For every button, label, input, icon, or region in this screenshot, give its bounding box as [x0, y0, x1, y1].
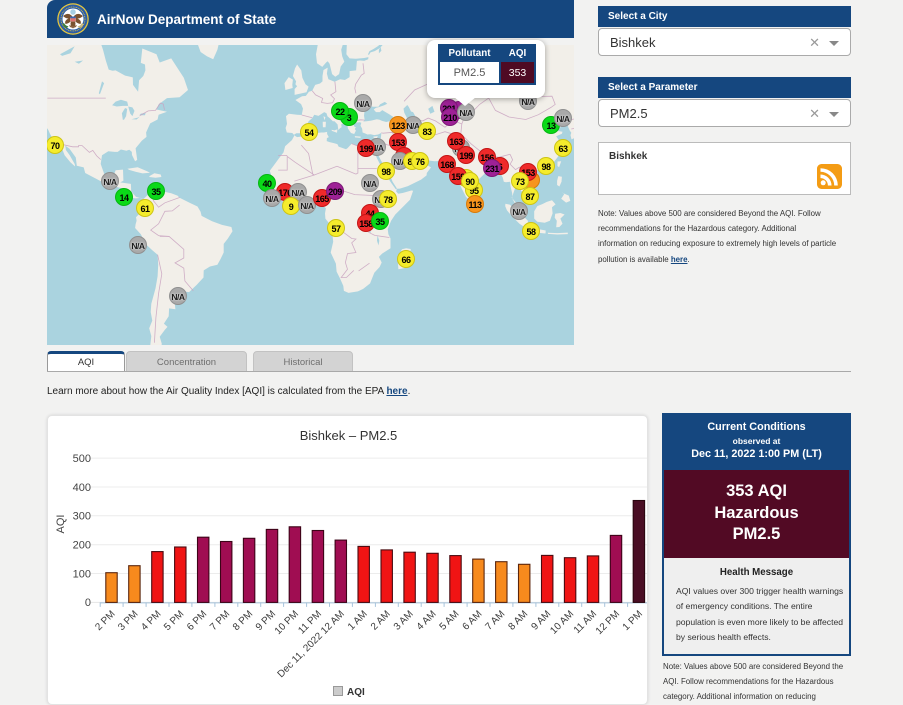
svg-text:3 PM: 3 PM	[116, 609, 140, 633]
svg-text:6 PM: 6 PM	[185, 609, 209, 633]
svg-text:7 AM: 7 AM	[484, 609, 508, 633]
svg-text:6 AM: 6 AM	[461, 609, 485, 633]
svg-text:8 PM: 8 PM	[231, 609, 255, 633]
svg-text:8 AM: 8 AM	[506, 609, 530, 633]
svg-text:500: 500	[73, 453, 91, 465]
svg-text:0: 0	[85, 597, 91, 609]
svg-text:2 AM: 2 AM	[369, 609, 393, 633]
svg-text:400: 400	[73, 482, 91, 494]
svg-text:5 PM: 5 PM	[162, 609, 186, 633]
svg-text:100: 100	[73, 568, 91, 580]
svg-text:300: 300	[73, 511, 91, 523]
svg-text:10 PM: 10 PM	[273, 609, 301, 637]
svg-text:4 AM: 4 AM	[415, 609, 439, 633]
svg-text:7 PM: 7 PM	[208, 609, 232, 633]
svg-text:2 PM: 2 PM	[93, 609, 117, 633]
svg-text:AQI: AQI	[55, 515, 67, 534]
svg-text:11 AM: 11 AM	[572, 609, 599, 636]
svg-text:1 AM: 1 AM	[346, 609, 370, 633]
svg-text:4 PM: 4 PM	[139, 609, 163, 633]
svg-text:10 AM: 10 AM	[548, 609, 576, 637]
svg-text:200: 200	[73, 540, 91, 552]
svg-text:3 AM: 3 AM	[392, 609, 416, 633]
svg-text:1 PM: 1 PM	[621, 609, 645, 633]
svg-text:12 PM: 12 PM	[594, 609, 622, 637]
svg-text:5 AM: 5 AM	[438, 609, 462, 633]
